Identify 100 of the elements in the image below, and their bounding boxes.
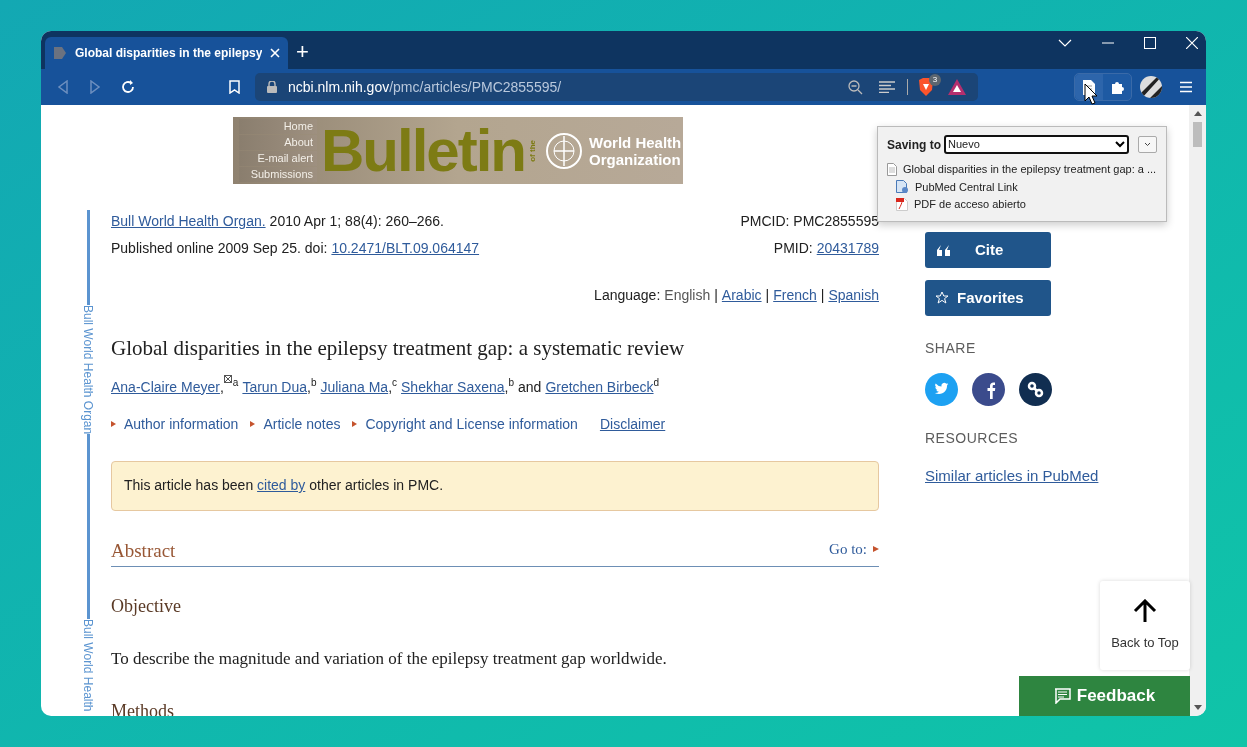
abstract-paragraph: To describe the magnitude and variation of the epilepsy treatment gap worldwide. [111,648,668,670]
triangle-right-icon [111,421,116,427]
f-letter-icon[interactable] [972,373,1005,406]
pmid-link[interactable]: 20431789 [816,238,879,259]
triangle-right-icon [250,421,256,427]
section-heading: Abstract [111,538,176,563]
separator-text: | [714,286,718,305]
scroll-up-arrow-icon[interactable] [1193,111,1202,116]
reader-icon[interactable] [879,81,895,93]
disclaimer-link[interactable]: Disclaimer [599,413,666,435]
author-link[interactable]: Ana-Claire Meyer [111,376,220,398]
expand-link[interactable]: Article notes [263,413,341,435]
superscript-text: b [508,375,514,390]
goto-link[interactable]: Go to: [829,537,879,560]
language-link[interactable]: Arabic [721,285,762,306]
zoom-out-icon[interactable] [848,79,863,95]
favorites-button[interactable]: Favorites [925,280,1051,316]
language-label: Language: [594,286,661,305]
puzzle-icon[interactable] [1109,79,1125,95]
lion-shield-icon[interactable] [918,78,934,96]
triangle-icon[interactable] [948,79,966,95]
popup-label: Saving to [887,136,941,154]
resource-link[interactable]: Similar articles in PubMed [925,465,1099,488]
pmcid-text: PMCID: PMC2855595 [740,212,879,231]
scroll-down-arrow-icon[interactable] [1193,705,1202,710]
scrollbar-thumb[interactable] [1193,122,1202,147]
section-label: SHARE [925,339,976,358]
superscript-text: d [653,375,660,388]
subsection-heading: Objective [111,595,182,618]
article-title: Global disparities in the epilepsy treatment gap: a systematic review [111,335,686,362]
comma-text: , [219,377,224,397]
close-icon[interactable] [1186,37,1198,49]
lock-icon [267,81,277,93]
star-icon [935,291,949,305]
pdf-file-icon [896,197,908,211]
chain-link-icon[interactable] [1019,373,1052,406]
subsection-heading: Methods [111,699,175,716]
document-globe-icon [896,180,909,194]
saved-item[interactable]: PubMed Central Link [915,178,1018,195]
author-link[interactable]: Tarun Dua [242,376,307,398]
bookmark-icon[interactable] [229,80,240,94]
new-tab-button[interactable]: + [296,41,309,63]
comma-text: , [307,377,311,397]
separator-text: | [765,286,770,305]
triangle-right-icon [873,545,879,552]
saved-item[interactable]: PDF de acceso abierto [914,196,1026,213]
url-text: ncbi.nlm.nih.gov/pmc/articles/PMC2855595/ [288,77,562,97]
section-label: RESOURCES [925,429,1019,448]
notice-text: This article has been cited by other articles in PMC. [124,476,444,495]
language-current: English [664,286,711,305]
back-to-top-button[interactable]: Back to Top [1100,581,1190,670]
banner-text: of the [527,139,538,162]
folder-select[interactable]: Nuevo [944,135,1130,154]
author-link[interactable]: Shekhar Saxena [401,376,505,398]
superscript-text: b [310,375,317,390]
maximize-icon[interactable] [1144,37,1156,49]
cite-button[interactable]: Cite [925,232,1051,268]
conjunction-text: and [518,377,542,397]
comma-text: , [388,377,393,397]
browser-tab[interactable]: Global disparities in the epilepsy [45,37,288,69]
triangle-right-icon [352,421,358,427]
expand-link[interactable]: Author information [124,413,239,435]
saved-item[interactable]: Global disparities in the epilepsy treatment gap: a ... [903,161,1157,178]
banner-title: Bulletin [321,120,525,181]
address-bar[interactable]: ncbi.nlm.nih.gov/pmc/articles/PMC2855595/ 3 [255,73,978,101]
language-link[interactable]: French [773,285,817,306]
arrow-up-icon [1132,598,1158,623]
organization-name: World Health [589,133,682,151]
document-icon [887,162,897,176]
email-icon[interactable] [223,374,232,383]
emblem-icon [545,131,583,170]
journal-side-label: Bull World Health [80,619,96,712]
superscript-text: c [392,375,398,390]
speech-bubble-icon [1053,688,1071,704]
expand-link[interactable]: Copyright and License information [365,413,578,435]
citation-details: 2010 Apr 1; 88(4): 260–266. [269,212,444,231]
author-link[interactable]: Gretchen Birbeck [545,376,654,398]
organization-name: Organization [589,150,682,168]
tab-title: Global disparities in the epilepsy [75,45,262,62]
mouse-pointer-icon [1084,83,1098,105]
profile-avatar-icon[interactable] [1140,76,1162,98]
bird-icon[interactable] [925,373,958,406]
quote-icon [935,244,951,256]
reload-icon[interactable] [121,80,135,94]
menu-icon[interactable] [1180,81,1192,93]
cited-by-link[interactable]: cited by [257,477,306,493]
publication-date: Published online 2009 Sep 25. doi: [111,239,328,258]
pmid-label: PMID: [773,239,813,258]
superscript-text: a [232,375,239,390]
separator-text: | [820,286,825,305]
feedback-button[interactable]: Feedback [1019,676,1190,716]
language-link[interactable]: Spanish [828,285,879,306]
comma-text: , [504,377,509,397]
chevron-down-icon[interactable] [1058,39,1072,47]
close-icon[interactable] [270,48,280,58]
journal-side-label: Bull World Health Organ [80,305,96,435]
chevron-down-icon [1144,142,1152,147]
chevron-down-icon [1115,141,1126,148]
doi-link[interactable]: 10.2471/BLT.09.064147 [331,238,480,259]
journal-link[interactable]: Bull World Health Organ. [111,211,266,232]
